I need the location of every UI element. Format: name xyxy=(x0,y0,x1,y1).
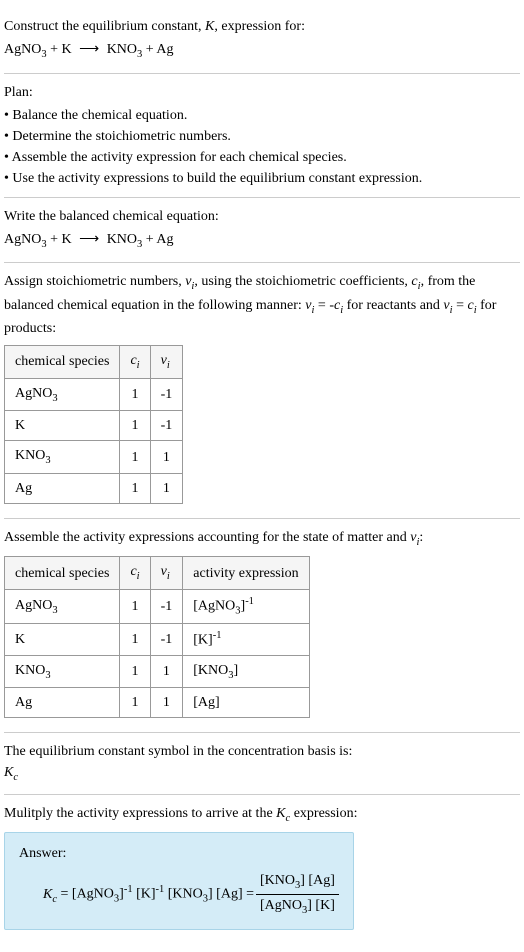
plan-item: • Use the activity expressions to build … xyxy=(4,168,520,189)
plan-title: Plan: xyxy=(4,82,520,103)
cell-vi: 1 xyxy=(150,473,183,503)
symbol-section: The equilibrium constant symbol in the c… xyxy=(4,733,520,795)
table-header-row: chemical species ci νi xyxy=(5,346,183,379)
col-ci: ci xyxy=(120,346,150,379)
cell-ci: 1 xyxy=(120,688,150,718)
cell-species: AgNO3 xyxy=(5,378,120,411)
cell-ci: 1 xyxy=(120,411,150,441)
activity-section: Assemble the activity expressions accoun… xyxy=(4,519,520,734)
stoich-section: Assign stoichiometric numbers, νi, using… xyxy=(4,263,520,519)
cell-species: Ag xyxy=(5,473,120,503)
cell-expr: [KNO3] xyxy=(183,655,309,688)
table-header-row: chemical species ci νi activity expressi… xyxy=(5,557,310,590)
plan-section: Plan: • Balance the chemical equation. •… xyxy=(4,74,520,198)
table-row: Ag 1 1 [Ag] xyxy=(5,688,310,718)
cell-expr: [K]-1 xyxy=(183,624,309,656)
cell-species: Ag xyxy=(5,688,120,718)
cell-species: AgNO3 xyxy=(5,589,120,623)
col-expr: activity expression xyxy=(183,557,309,590)
balanced-title: Write the balanced chemical equation: xyxy=(4,206,520,227)
cell-vi: 1 xyxy=(150,655,183,688)
table-row: K 1 -1 [K]-1 xyxy=(5,624,310,656)
cell-ci: 1 xyxy=(120,589,150,623)
col-species: chemical species xyxy=(5,557,120,590)
multiply-intro: Mulitply the activity expressions to arr… xyxy=(4,803,520,827)
fraction-denominator: [AgNO3] [K] xyxy=(256,895,339,919)
col-species: chemical species xyxy=(5,346,120,379)
cell-ci: 1 xyxy=(120,378,150,411)
activity-intro: Assemble the activity expressions accoun… xyxy=(4,527,520,551)
cell-vi: -1 xyxy=(150,378,183,411)
table-row: Ag 1 1 xyxy=(5,473,183,503)
cell-expr: [Ag] xyxy=(183,688,309,718)
table-row: K 1 -1 xyxy=(5,411,183,441)
prompt-equation: AgNO3 + K ⟶ KNO3 + Ag xyxy=(4,39,520,63)
cell-ci: 1 xyxy=(120,473,150,503)
col-vi: νi xyxy=(150,557,183,590)
fraction-numerator: [KNO3] [Ag] xyxy=(256,870,339,895)
cell-vi: 1 xyxy=(150,441,183,474)
prompt-section: Construct the equilibrium constant, K, e… xyxy=(4,8,520,74)
cell-expr: [AgNO3]-1 xyxy=(183,589,309,623)
stoich-intro: Assign stoichiometric numbers, νi, using… xyxy=(4,271,520,339)
symbol-line1: The equilibrium constant symbol in the c… xyxy=(4,741,520,762)
cell-vi: 1 xyxy=(150,688,183,718)
cell-species: K xyxy=(5,411,120,441)
fraction: [KNO3] [Ag] [AgNO3] [K] xyxy=(256,870,339,918)
table-row: KNO3 1 1 [KNO3] xyxy=(5,655,310,688)
cell-ci: 1 xyxy=(120,441,150,474)
stoich-table: chemical species ci νi AgNO3 1 -1 K 1 -1… xyxy=(4,345,183,504)
plan-item: • Determine the stoichiometric numbers. xyxy=(4,126,520,147)
cell-species: K xyxy=(5,624,120,656)
cell-vi: -1 xyxy=(150,624,183,656)
answer-label: Answer: xyxy=(19,843,339,864)
col-vi: νi xyxy=(150,346,183,379)
answer-box: Answer: Kc = [AgNO3]-1 [K]-1 [KNO3] [Ag]… xyxy=(4,832,354,929)
cell-species: KNO3 xyxy=(5,655,120,688)
table-row: KNO3 1 1 xyxy=(5,441,183,474)
balanced-equation: AgNO3 + K ⟶ KNO3 + Ag xyxy=(4,229,520,253)
table-row: AgNO3 1 -1 [AgNO3]-1 xyxy=(5,589,310,623)
col-ci: ci xyxy=(120,557,150,590)
cell-species: KNO3 xyxy=(5,441,120,474)
symbol-line2: Kc xyxy=(4,762,520,786)
cell-ci: 1 xyxy=(120,655,150,688)
plan-item: • Balance the chemical equation. xyxy=(4,105,520,126)
answer-expression: Kc = [AgNO3]-1 [K]-1 [KNO3] [Ag] = [KNO3… xyxy=(43,870,339,918)
activity-table: chemical species ci νi activity expressi… xyxy=(4,556,310,718)
cell-ci: 1 xyxy=(120,624,150,656)
multiply-section: Mulitply the activity expressions to arr… xyxy=(4,795,520,944)
balanced-section: Write the balanced chemical equation: Ag… xyxy=(4,198,520,264)
cell-vi: -1 xyxy=(150,589,183,623)
plan-item: • Assemble the activity expression for e… xyxy=(4,147,520,168)
cell-vi: -1 xyxy=(150,411,183,441)
table-row: AgNO3 1 -1 xyxy=(5,378,183,411)
prompt-line1: Construct the equilibrium constant, K, e… xyxy=(4,16,520,37)
